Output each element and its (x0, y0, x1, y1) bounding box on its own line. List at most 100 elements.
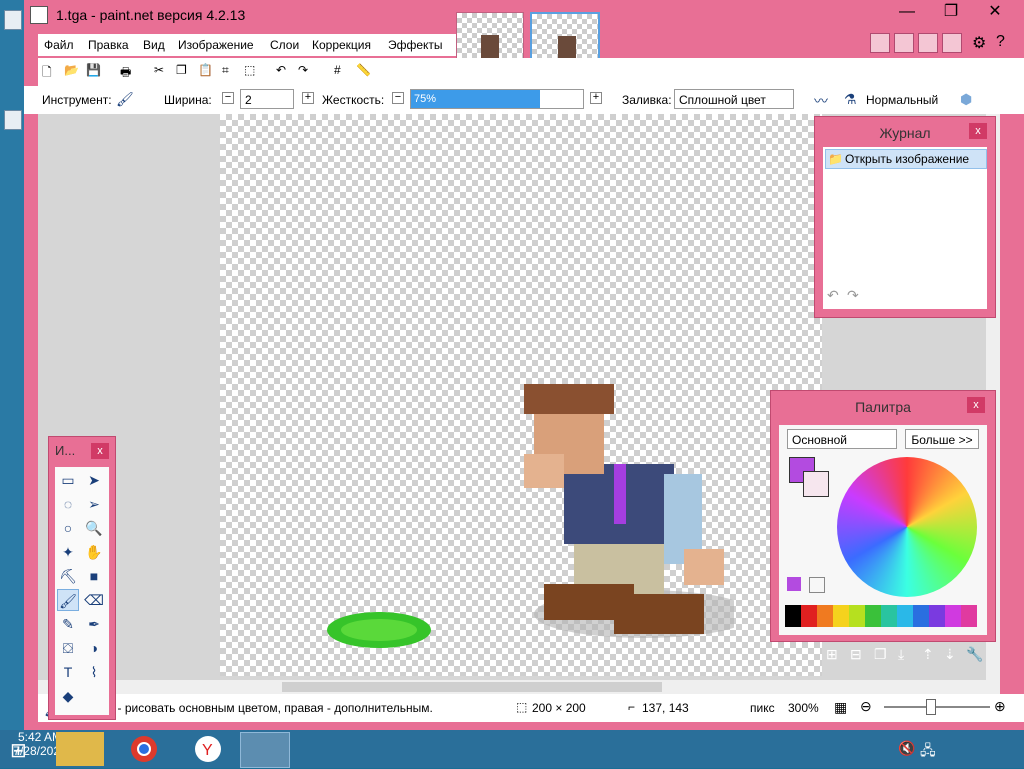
colors-window-icon[interactable] (942, 33, 962, 53)
color-wheel[interactable] (837, 457, 977, 597)
redo-icon[interactable]: ↷ (298, 63, 314, 79)
settings-gear-icon[interactable]: ⚙ (972, 33, 986, 53)
merge-layer-icon[interactable]: ⤓ (898, 646, 904, 663)
palette-swatch[interactable] (865, 605, 881, 627)
zoom-tool-icon[interactable]: 🔍 (83, 517, 105, 539)
move-selected-icon[interactable]: ➤ (83, 469, 105, 491)
add-color-icon[interactable] (787, 577, 801, 591)
undo-icon[interactable]: ↶ (276, 63, 292, 79)
grid-icon[interactable]: # (334, 63, 350, 79)
menu-file[interactable]: Файл (44, 38, 74, 52)
zoom-to-window-icon[interactable]: ▦ (834, 699, 847, 716)
palette-swatch[interactable] (913, 605, 929, 627)
zoom-slider-thumb[interactable] (926, 699, 936, 715)
print-icon[interactable]: 🖶 (120, 63, 136, 79)
text-tool-icon[interactable]: T (57, 661, 79, 683)
paint-bucket-icon[interactable]: ⛏ (57, 565, 79, 587)
help-icon[interactable]: ? (996, 33, 1005, 51)
palette-swatch[interactable] (961, 605, 977, 627)
move-selection-icon[interactable]: ➢ (83, 493, 105, 515)
scrollbar-thumb[interactable] (282, 682, 662, 692)
move-layer-down-icon[interactable]: ⇣ (944, 646, 956, 663)
width-select[interactable]: 2 (240, 89, 294, 109)
maximize-button[interactable]: ❐ (934, 0, 968, 26)
palette-swatch[interactable] (929, 605, 945, 627)
zoom-out-icon[interactable]: ⊖ (860, 698, 872, 715)
crop-icon[interactable]: ⌗ (222, 63, 238, 79)
rectangle-select-icon[interactable]: ▭ (57, 469, 79, 491)
paintbrush-tool-icon[interactable]: 🖌 (116, 91, 134, 108)
yandex-browser-icon[interactable]: Y (184, 732, 232, 766)
antialiasing-icon[interactable]: 〰 (814, 91, 828, 111)
fill-mode-select[interactable]: Сплошной цвет (674, 89, 794, 109)
palette-swatch[interactable] (881, 605, 897, 627)
paste-icon[interactable]: 📋 (198, 63, 214, 79)
color-picker-icon[interactable] (809, 577, 825, 593)
tools-window-icon[interactable] (870, 33, 890, 53)
more-button[interactable]: Больше >> (905, 429, 979, 449)
chrome-icon[interactable] (120, 732, 168, 766)
start-windows-icon[interactable]: ⊞ (10, 738, 27, 763)
tools-close-button[interactable]: x (91, 443, 109, 459)
paintbrush-icon[interactable]: 🖌 (57, 589, 79, 611)
pan-hand-icon[interactable]: ✋ (83, 541, 105, 563)
paintnet-taskbar-icon[interactable] (240, 732, 290, 768)
menu-edit[interactable]: Правка (88, 38, 129, 52)
desktop-icon[interactable] (4, 10, 22, 30)
file-explorer-icon[interactable] (56, 732, 104, 766)
menu-view[interactable]: Вид (143, 38, 165, 52)
selection-clipping-icon[interactable]: ⬢ (960, 91, 972, 108)
network-icon[interactable]: 🖧 (920, 740, 936, 764)
menu-image[interactable]: Изображение (178, 38, 254, 52)
image-canvas[interactable] (220, 114, 822, 676)
menu-effects[interactable]: Эффекты (388, 38, 443, 52)
save-icon[interactable]: 💾 (86, 63, 102, 79)
palette-close-button[interactable]: x (967, 397, 985, 413)
layer-properties-icon[interactable]: 🔧 (966, 646, 983, 663)
rulers-icon[interactable]: 📏 (356, 63, 372, 79)
deselect-icon[interactable]: ⬚ (244, 63, 260, 79)
menu-adjustments[interactable]: Коррекция (312, 38, 371, 52)
hardness-decrease-button[interactable]: − (392, 92, 404, 104)
secondary-color-swatch[interactable] (803, 471, 829, 497)
width-increase-button[interactable]: + (302, 92, 314, 104)
copy-icon[interactable]: ❐ (176, 63, 192, 79)
width-decrease-button[interactable]: − (222, 92, 234, 104)
color-picker-tool-icon[interactable]: ✒ (83, 613, 105, 635)
ellipse-select-icon[interactable]: ○ (57, 517, 79, 539)
duplicate-layer-icon[interactable]: ❐ (874, 646, 887, 663)
recolor-icon[interactable]: ◑ (83, 637, 105, 659)
zoom-slider[interactable] (884, 706, 990, 708)
gradient-icon[interactable]: ■ (83, 565, 105, 587)
close-button[interactable]: ✕ (978, 0, 1012, 26)
history-redo-icon[interactable]: ↷ (847, 287, 859, 304)
eraser-icon[interactable]: ⌫ (83, 589, 105, 611)
line-curve-icon[interactable]: ⌇ (83, 661, 105, 683)
horizontal-scrollbar[interactable] (38, 680, 1000, 694)
palette-swatch[interactable] (849, 605, 865, 627)
blend-mode-select[interactable]: Нормальный (866, 93, 938, 107)
volume-muted-icon[interactable]: 🔇 (898, 740, 915, 757)
hardness-slider[interactable]: 75% (410, 89, 584, 109)
open-file-icon[interactable]: 📂 (64, 63, 80, 79)
shapes-icon[interactable]: ◆ (57, 685, 79, 707)
history-undo-icon[interactable]: ↶ (827, 287, 839, 304)
unit-select[interactable]: пикс (750, 701, 775, 715)
zoom-value[interactable]: 300% (788, 701, 819, 715)
minimize-button[interactable]: — (890, 0, 924, 26)
history-window-icon[interactable] (894, 33, 914, 53)
palette-swatch[interactable] (897, 605, 913, 627)
magic-wand-icon[interactable]: ✦ (57, 541, 79, 563)
move-layer-up-icon[interactable]: ⇡ (922, 646, 934, 663)
hardness-increase-button[interactable]: + (590, 92, 602, 104)
palette-swatch[interactable] (785, 605, 801, 627)
cut-icon[interactable]: ✂ (154, 63, 170, 79)
layers-window-icon[interactable] (918, 33, 938, 53)
history-item[interactable]: 📁 Открыть изображение (825, 149, 987, 169)
palette-mode-select[interactable]: Основной (787, 429, 897, 449)
palette-swatch[interactable] (833, 605, 849, 627)
lasso-select-icon[interactable]: ◌ (57, 493, 79, 515)
menu-layers[interactable]: Слои (270, 38, 299, 52)
palette-swatch[interactable] (801, 605, 817, 627)
clone-stamp-icon[interactable]: ⛋ (57, 637, 79, 659)
